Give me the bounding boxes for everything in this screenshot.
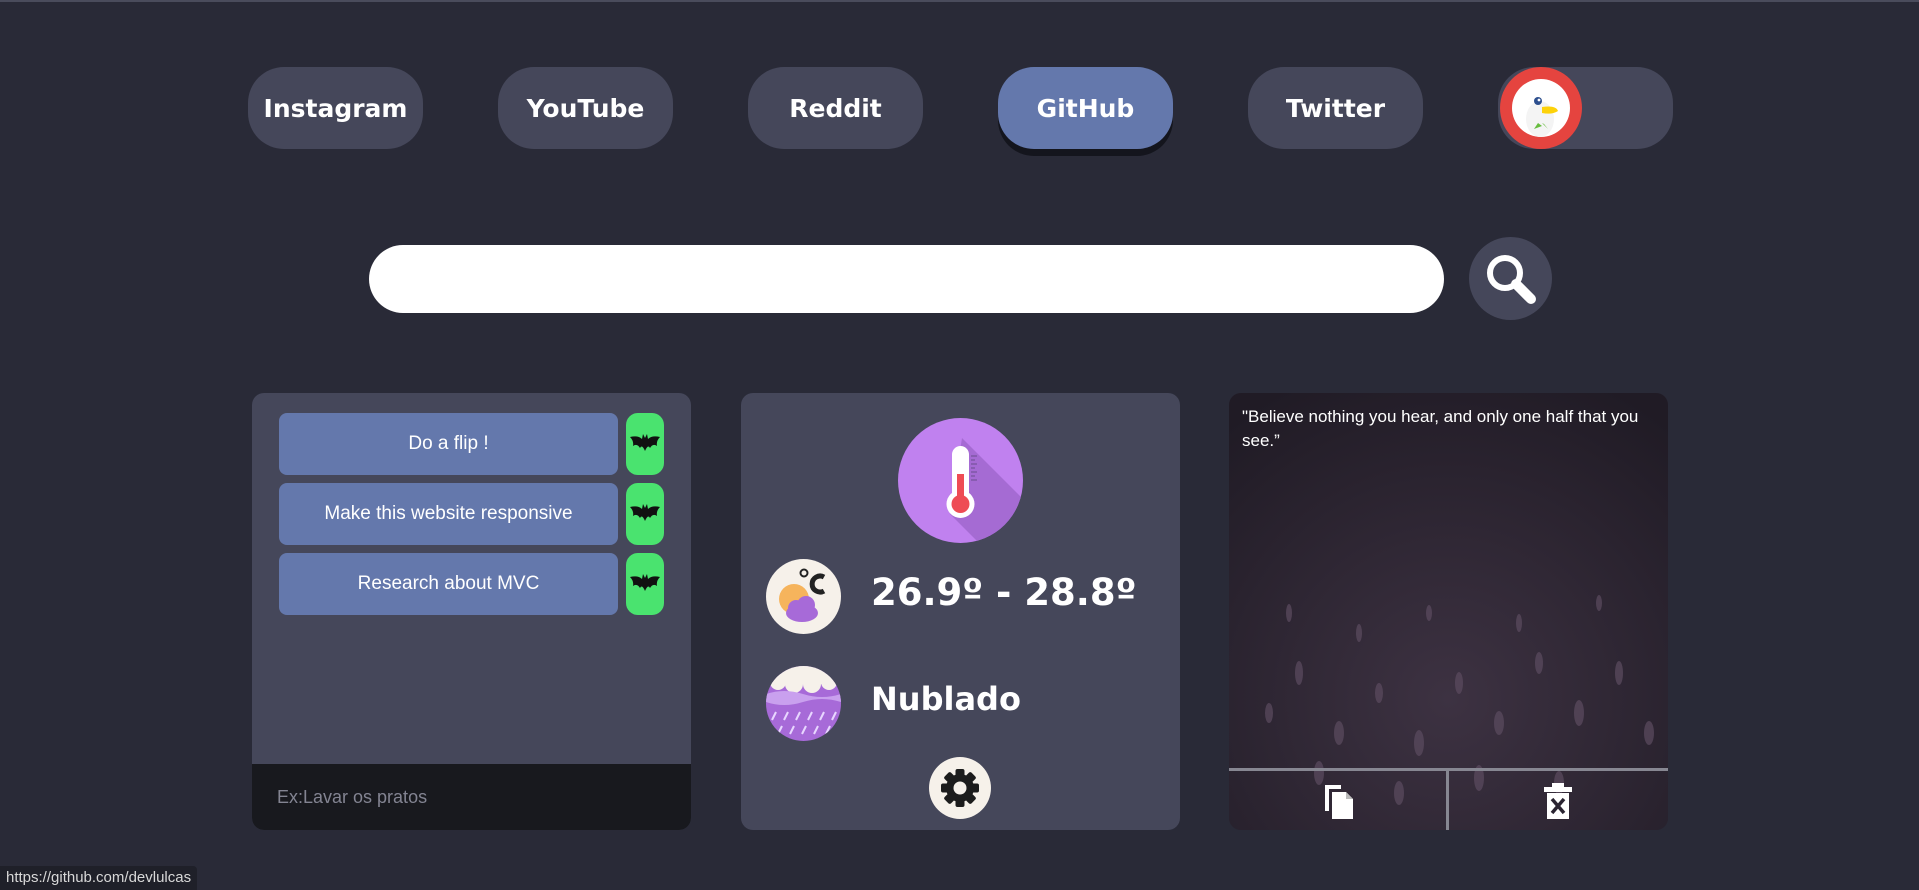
search-button[interactable]: [1469, 237, 1552, 320]
window-top-border: [0, 0, 1919, 2]
quote-text: "Believe nothing you hear, and only one …: [1242, 407, 1639, 450]
todo-delete-button[interactable]: [626, 483, 664, 545]
bat-icon: [630, 504, 660, 521]
bookmark-instagram[interactable]: Instagram: [248, 67, 423, 149]
status-bar-url: https://github.com/devlulcas: [0, 866, 198, 890]
celsius-cloud-icon: [766, 559, 841, 634]
lavender-background-image: [1229, 393, 1668, 830]
todo-item-text[interactable]: Research about MVC: [279, 553, 618, 615]
search-input[interactable]: [369, 245, 1444, 313]
todo-new-input[interactable]: [252, 764, 691, 830]
copy-quote-button[interactable]: [1319, 779, 1359, 823]
delete-icon: [1544, 783, 1572, 819]
todo-item-text[interactable]: Do a flip !: [279, 413, 618, 475]
todo-item-text[interactable]: Make this website responsive: [279, 483, 618, 545]
weather-condition: Nublado: [871, 680, 1021, 718]
search-icon: [1487, 255, 1536, 304]
bookmark-reddit[interactable]: Reddit: [748, 67, 923, 149]
quote-actions-divider: [1446, 771, 1449, 830]
gear-icon: [941, 769, 979, 807]
todo-card: Do a flip ! Make this website responsive…: [252, 393, 691, 830]
weather-card: 26.9º - 28.8º Nublado: [741, 393, 1180, 830]
duckduckgo-icon: [1500, 67, 1582, 149]
bookmark-github[interactable]: GitHub: [998, 67, 1173, 149]
quote-actions-bar: [1229, 768, 1668, 830]
bat-icon: [630, 434, 660, 451]
bookmark-youtube[interactable]: YouTube: [498, 67, 673, 149]
bookmark-duckduckgo[interactable]: [1498, 67, 1673, 149]
todo-delete-button[interactable]: [626, 553, 664, 615]
rain-cloud-icon: [766, 666, 841, 741]
bat-icon: [630, 574, 660, 591]
quote-card: "Believe nothing you hear, and only one …: [1229, 393, 1668, 830]
todo-delete-button[interactable]: [626, 413, 664, 475]
thermometer-icon: [898, 418, 1023, 543]
copy-icon: [1325, 785, 1353, 819]
weather-settings-button[interactable]: [929, 757, 991, 819]
bookmark-twitter[interactable]: Twitter: [1248, 67, 1423, 149]
delete-quote-button[interactable]: [1538, 779, 1578, 823]
temperature-range: 26.9º - 28.8º: [871, 571, 1137, 614]
